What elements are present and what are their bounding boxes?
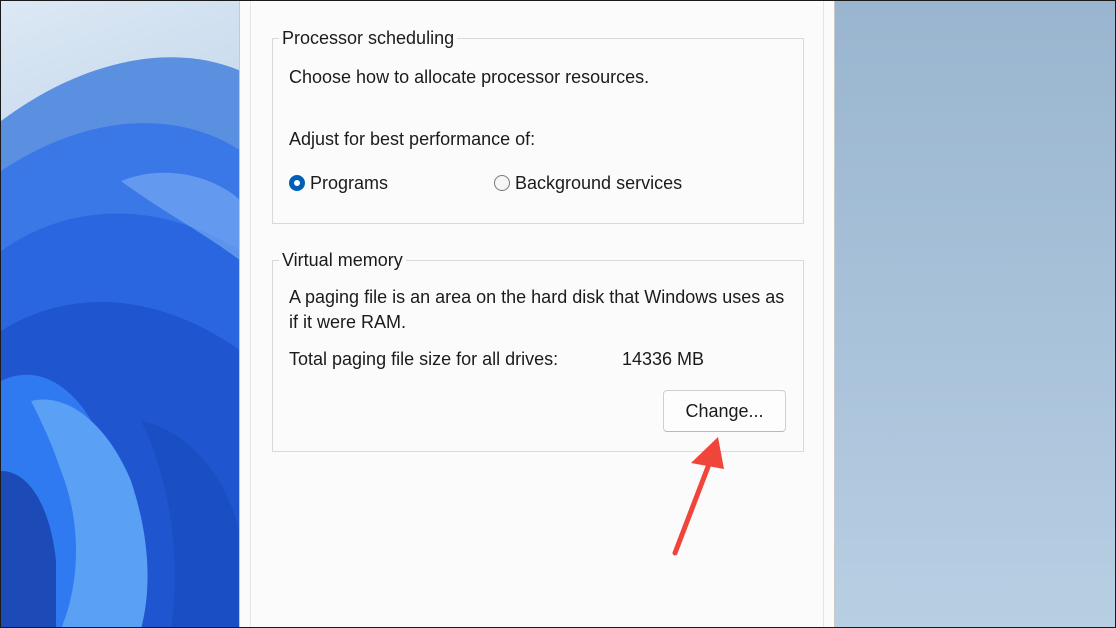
processor-scheduling-title: Processor scheduling <box>279 28 458 48</box>
programs-radio-option[interactable]: Programs <box>289 173 388 193</box>
annotation-arrow-icon <box>672 437 724 556</box>
total-paging-size-label: Total paging file size for all drives: <box>289 349 559 369</box>
radio-unselected-icon[interactable] <box>494 175 510 191</box>
radio-selected-icon[interactable] <box>289 175 305 191</box>
virtual-memory-group: Virtual memory A paging file is an area … <box>272 250 804 452</box>
screenshot-frame: Processor scheduling Choose how to alloc… <box>0 0 1116 628</box>
bloom-wallpaper-graphic <box>1 57 241 627</box>
background-services-radio-option[interactable]: Background services <box>494 173 682 193</box>
desktop-wallpaper-right <box>835 1 1115 627</box>
adjust-performance-label: Adjust for best performance of: <box>289 129 536 149</box>
performance-options-dialog: Processor scheduling Choose how to alloc… <box>239 1 835 627</box>
background-services-radio-label[interactable]: Background services <box>515 173 682 193</box>
paging-file-description-line2: if it were RAM. <box>289 312 407 332</box>
processor-scheduling-group: Processor scheduling Choose how to alloc… <box>272 28 804 224</box>
virtual-memory-title: Virtual memory <box>279 250 406 270</box>
desktop-wallpaper-left <box>1 1 241 627</box>
paging-file-description-line1: A paging file is an area on the hard dis… <box>289 287 785 307</box>
programs-radio-label[interactable]: Programs <box>310 173 388 193</box>
processor-scheduling-description: Choose how to allocate processor resourc… <box>289 67 650 87</box>
total-paging-size-value: 14336 MB <box>622 349 705 369</box>
change-virtual-memory-button[interactable]: Change... <box>663 390 786 432</box>
